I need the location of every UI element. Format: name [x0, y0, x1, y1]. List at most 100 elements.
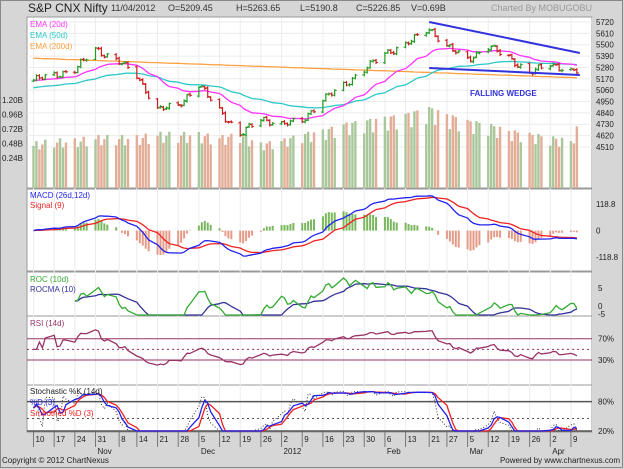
volume-bar — [38, 149, 41, 188]
volume-bar — [404, 113, 407, 188]
volume-bar — [537, 134, 540, 188]
stoch-tick-label: 20% — [598, 427, 614, 436]
volume-bar — [395, 129, 398, 188]
x-tick-label: 6 — [387, 435, 392, 444]
volume-bar — [230, 133, 233, 188]
volume-bar — [534, 143, 537, 188]
volume-bar — [510, 141, 514, 188]
volume-bar — [410, 127, 413, 188]
volume-bar — [41, 144, 44, 188]
price-tick-label: 5720 — [596, 18, 614, 27]
volume-bar — [448, 129, 452, 188]
volume-bar — [374, 118, 378, 188]
volume-bar — [572, 143, 576, 188]
volume-bar — [330, 126, 333, 188]
volume-bar — [324, 140, 328, 188]
volume-bar — [513, 130, 517, 188]
price-legend-item: EMA (50d) — [30, 31, 68, 40]
volume-bar — [64, 142, 68, 188]
volume-bar — [507, 130, 511, 188]
volume-bar — [371, 132, 375, 188]
volume-bar — [265, 143, 268, 188]
volume-bar — [487, 135, 490, 188]
volume-bar — [383, 116, 387, 188]
stoch-d-legend: %D (3) — [30, 398, 55, 407]
volume-bar — [117, 139, 121, 188]
x-tick-label: 30 — [366, 435, 375, 444]
x-month-label: Feb — [387, 447, 401, 456]
x-tick-label: 19 — [242, 435, 251, 444]
volume-bar — [430, 108, 434, 188]
powered-by[interactable]: Powered by www.chartnexus.com — [500, 456, 620, 465]
volume-bar — [306, 131, 310, 188]
volume-bar — [557, 146, 561, 188]
volume-bar — [286, 146, 289, 188]
volume-bar — [76, 147, 79, 188]
price-tick-label: 5500 — [596, 41, 614, 50]
volume-bar — [103, 139, 106, 188]
copyright: Copyright © 2012 ChartNexus — [2, 456, 109, 465]
volume-bar — [227, 136, 230, 188]
volume-bar — [58, 138, 62, 188]
macd-legend: MACD (26d,12d) — [30, 191, 90, 200]
quote-date: 11/04/2012 — [111, 3, 155, 13]
price-tick-label: 4950 — [596, 98, 614, 107]
x-tick-label: 13 — [408, 435, 417, 444]
quote-low: L=5190.8 — [300, 3, 338, 13]
macd-tick-label: 118.8 — [596, 200, 616, 209]
volume-bar — [203, 136, 206, 188]
volume-bar — [126, 138, 130, 188]
volume-bar — [392, 115, 395, 188]
x-tick-label: 27 — [449, 435, 458, 444]
volume-bar — [168, 131, 171, 188]
macd-tick-label: 0 — [596, 227, 601, 236]
volume-bar — [575, 126, 579, 188]
roc-tick-label: -5 — [598, 310, 606, 319]
volume-bar — [114, 145, 118, 188]
volume-bar — [498, 126, 502, 188]
price-tick-label: 5390 — [596, 52, 614, 61]
symbol-title: S&P CNX Nifty — [28, 1, 108, 15]
x-month-label: Apr — [552, 447, 565, 456]
x-tick-label: 2 — [284, 435, 289, 444]
quote-close: C=5226.85 — [356, 3, 400, 13]
price-tick-label: 5280 — [596, 63, 614, 72]
volume-bar — [425, 124, 428, 188]
volume-bar — [106, 134, 109, 188]
x-tick-label: 5 — [470, 435, 475, 444]
volume-bar — [162, 142, 165, 188]
roc-tick-label: 5 — [598, 284, 603, 293]
volume-bar — [244, 135, 248, 188]
volume-bar — [549, 145, 552, 188]
volume-bar — [416, 110, 419, 188]
volume-bar — [552, 136, 555, 188]
volume-bar — [368, 118, 372, 188]
rsi-legend: RSI (14d) — [30, 319, 65, 328]
stock-chart: S&P CNX Nifty 11/04/2012 O=5209.45 H=526… — [0, 0, 623, 468]
volume-bar — [268, 141, 271, 188]
volume-bar — [44, 139, 47, 188]
volume-bar — [516, 132, 519, 188]
volume-bar — [363, 133, 366, 188]
volume-bar — [176, 142, 180, 188]
volume-bar — [365, 120, 369, 188]
price-tick-label: 5610 — [596, 29, 614, 38]
x-month-label: Nov — [98, 447, 112, 456]
stoch-k-legend: Stochastic %K (14d) — [30, 387, 103, 396]
rocma-legend: ROCMA (10) — [30, 285, 76, 294]
x-month-label: Dec — [201, 447, 215, 456]
volume-bar — [312, 132, 316, 188]
volume-bar — [413, 111, 416, 188]
volume-bar — [342, 124, 345, 188]
volume-bar — [327, 129, 330, 188]
volume-bar — [303, 133, 307, 188]
volume-bar — [472, 134, 475, 188]
price-tick-label: 4730 — [596, 120, 614, 129]
chartnexus-link[interactable]: Powered by www.chartnexus.com — [500, 456, 620, 465]
x-tick-label: 21 — [160, 435, 169, 444]
roc-legend: ROC (10d) — [30, 275, 69, 284]
x-tick-label: 9 — [304, 435, 309, 444]
volume-tick-label: 0.48B — [2, 140, 23, 149]
volume-tick-label: 0.96B — [2, 111, 23, 120]
volume-tick-label: 0.24B — [2, 154, 23, 163]
